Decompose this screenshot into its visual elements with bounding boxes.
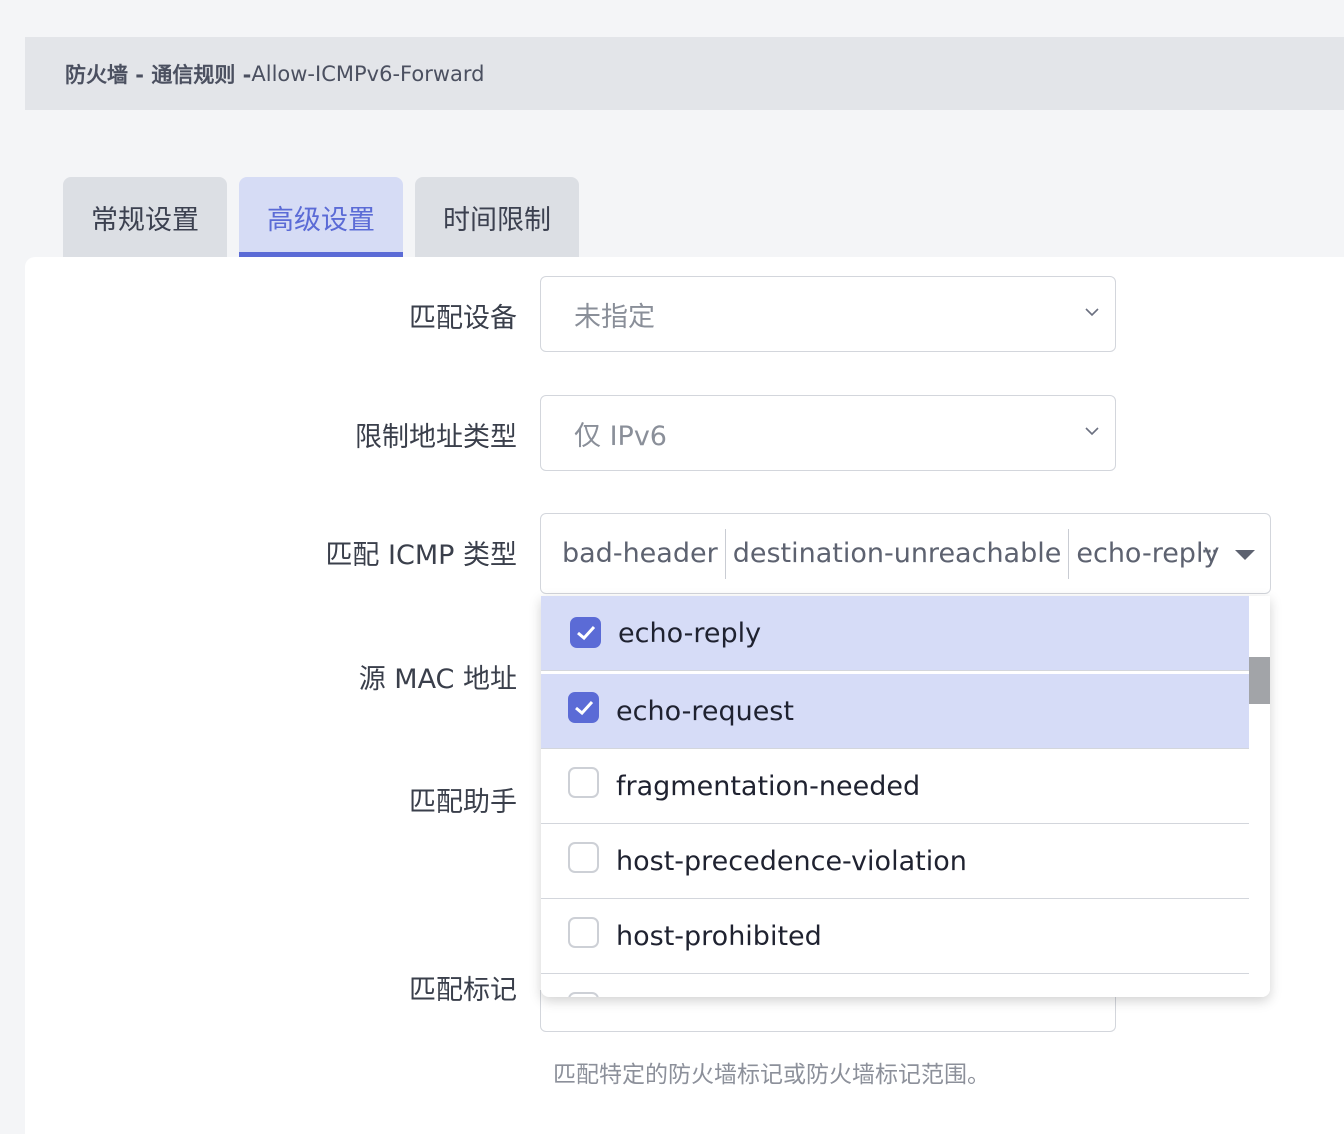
option-host-precedence-violation[interactable]: host-precedence-violation: [541, 824, 1249, 899]
more-icon: ···: [1201, 540, 1218, 565]
checkbox-icon[interactable]: [568, 992, 599, 997]
mark-hint: 匹配特定的防火墙标记或防火墙标记范围。: [553, 1062, 990, 1088]
breadcrumb-path: 防火墙 - 通信规则 -: [65, 62, 252, 87]
option-label: host-precedence-violation: [616, 845, 967, 877]
checkbox-icon[interactable]: [568, 917, 599, 948]
scrollbar-thumb[interactable]: [1249, 657, 1270, 704]
address-type-select[interactable]: 仅 IPv6: [540, 395, 1116, 471]
match-device-label: 匹配设备: [409, 303, 517, 334]
option-label: host-prohibited: [616, 920, 822, 952]
option-partial[interactable]: [541, 974, 1249, 997]
match-device-select[interactable]: 未指定: [540, 276, 1116, 352]
option-host-prohibited[interactable]: host-prohibited: [541, 899, 1249, 974]
chevron-down-icon: [1085, 427, 1099, 436]
option-label: echo-reply: [618, 617, 762, 649]
option-label: echo-request: [616, 695, 794, 727]
tab-general[interactable]: 常规设置: [63, 177, 227, 257]
checkbox-checked-icon[interactable]: [568, 692, 599, 723]
tab-time-restriction[interactable]: 时间限制: [415, 177, 579, 257]
mark-label: 匹配标记: [409, 975, 517, 1006]
address-type-label: 限制地址类型: [355, 422, 517, 453]
tab-advanced[interactable]: 高级设置: [239, 177, 403, 257]
option-fragmentation-needed[interactable]: fragmentation-needed: [541, 749, 1249, 824]
option-echo-request[interactable]: echo-request: [541, 674, 1249, 749]
chip-destination-unreachable: destination-unreachable: [724, 528, 1069, 579]
match-device-value: 未指定: [574, 301, 655, 333]
icmp-type-multiselect[interactable]: bad-header destination-unreachable echo-…: [540, 513, 1271, 594]
option-label: fragmentation-needed: [616, 770, 921, 802]
chip-bad-header: bad-header: [562, 538, 718, 569]
checkbox-checked-icon[interactable]: [570, 617, 601, 648]
icmp-type-dropdown: echo-reply echo-request fragmentation-ne…: [541, 596, 1270, 997]
icmp-type-label: 匹配 ICMP 类型: [325, 540, 517, 571]
checkbox-icon[interactable]: [568, 842, 599, 873]
chevron-down-icon: [1085, 308, 1099, 317]
address-type-value: 仅 IPv6: [574, 420, 667, 452]
checkbox-icon[interactable]: [568, 767, 599, 798]
tab-bar: 常规设置 高级设置 时间限制: [63, 177, 579, 257]
breadcrumb: 防火墙 - 通信规则 - Allow-ICMPv6-Forward: [25, 37, 1344, 110]
helper-label: 匹配助手: [409, 787, 517, 818]
caret-down-icon[interactable]: [1235, 550, 1255, 560]
breadcrumb-rule-name: Allow-ICMPv6-Forward: [251, 61, 485, 86]
option-echo-reply[interactable]: echo-reply: [541, 596, 1249, 671]
src-mac-label: 源 MAC 地址: [358, 664, 517, 695]
